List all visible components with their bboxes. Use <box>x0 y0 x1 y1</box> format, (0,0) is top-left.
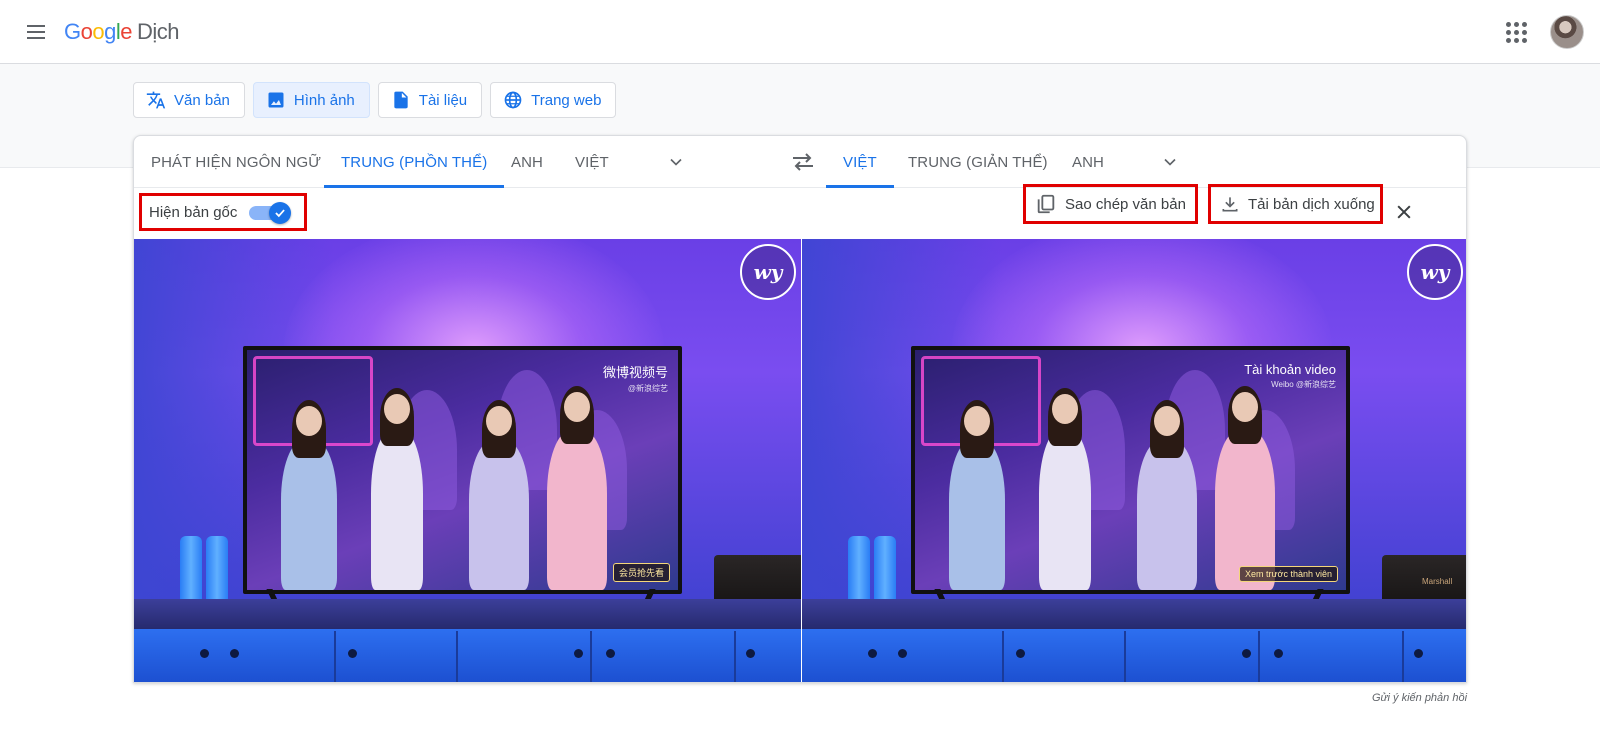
close-image-button[interactable] <box>1390 198 1418 226</box>
mode-selector: Văn bản Hình ảnh Tài liệu Trang web <box>133 82 617 118</box>
account-avatar[interactable] <box>1550 15 1584 49</box>
hamburger-menu-icon[interactable] <box>20 16 52 48</box>
image-toolbar: Hiện bản gốc Sao chép văn bản Tải bản dị… <box>134 184 1466 241</box>
copy-text-button[interactable]: Sao chép văn bản <box>1023 184 1198 224</box>
translation-card: PHÁT HIỆN NGÔN NGỮ TRUNG (PHỒN THỂ) ANH … <box>133 135 1467 683</box>
logo-letter: g <box>104 19 116 44</box>
channel-logo: wy <box>740 244 796 300</box>
source-lang-english[interactable]: ANH <box>511 136 543 188</box>
close-icon <box>1397 205 1411 219</box>
watermark-subtext: Weibo @新浪综艺 <box>1271 380 1336 389</box>
mode-label: Trang web <box>531 91 602 109</box>
watermark-subtext: @新浪综艺 <box>627 384 668 393</box>
lang-label: ANH <box>511 153 543 171</box>
top-app-bar: Google Dịch <box>0 0 1600 64</box>
watermark-text: Tài khoản video <box>1244 362 1336 377</box>
member-badge: 会员抢先看 <box>612 563 670 582</box>
copy-text-label: Sao chép văn bản <box>1065 195 1186 213</box>
speaker-label: Marshall <box>1422 577 1453 586</box>
show-original-toggle[interactable]: Hiện bản gốc <box>139 193 307 231</box>
source-lang-vietnamese[interactable]: VIỆT <box>575 136 609 188</box>
show-original-label: Hiện bản gốc <box>149 203 238 221</box>
send-feedback-link[interactable]: Gửi ý kiến phản hồi <box>1372 692 1467 704</box>
check-icon <box>275 209 286 218</box>
translate-icon <box>146 91 166 109</box>
tv: 微博视频号 @新浪综艺 会员抢先看 <box>243 346 682 594</box>
lang-label: VIỆT <box>575 153 609 171</box>
globe-icon <box>504 91 522 109</box>
lang-label: PHÁT HIỆN NGÔN NGỮ <box>151 153 322 171</box>
document-icon <box>394 91 408 109</box>
swap-languages-icon[interactable] <box>790 150 816 174</box>
lang-label: VIỆT <box>843 153 877 171</box>
image-panes: wy 微博视频号 @新浪综艺 会员抢先看 wy Tài khoản video … <box>134 239 1466 682</box>
mode-image-button[interactable]: Hình ảnh <box>252 82 370 118</box>
tv: Tài khoản video Weibo @新浪综艺 Xem trước th… <box>911 346 1350 594</box>
image-watermark: 微博视频号 @新浪综艺 <box>603 362 668 394</box>
google-wordmark: Google <box>64 19 133 45</box>
logo-letter: e <box>120 19 133 44</box>
mode-label: Tài liệu <box>418 91 468 109</box>
mode-text-button[interactable]: Văn bản <box>133 82 245 118</box>
mode-document-button[interactable]: Tài liệu <box>377 82 483 118</box>
google-translate-logo[interactable]: Google Dịch <box>64 16 180 48</box>
source-lang-chinese-traditional[interactable]: TRUNG (PHỒN THỂ) <box>324 136 505 188</box>
image-watermark: Tài khoản video Weibo @新浪综艺 <box>1244 362 1336 390</box>
lang-label: TRUNG (PHỒN THỂ) <box>341 153 488 171</box>
download-translation-label: Tải bản dịch xuống <box>1248 195 1375 213</box>
logo-letter: o <box>92 19 105 44</box>
mode-label: Văn bản <box>174 91 230 109</box>
download-icon <box>1222 197 1238 212</box>
watermark-text: 微博视频号 <box>602 365 668 380</box>
apps-grid-icon[interactable] <box>1502 18 1530 46</box>
mode-label: Hình ảnh <box>293 91 355 109</box>
language-bar: PHÁT HIỆN NGÔN NGỮ TRUNG (PHỒN THỂ) ANH … <box>134 136 1466 188</box>
product-name: Dịch <box>137 19 180 44</box>
member-badge: Xem trước thành viên <box>1239 566 1338 582</box>
logo-letter: G <box>64 19 81 44</box>
source-lang-detect[interactable]: PHÁT HIỆN NGÔN NGỮ <box>151 136 321 188</box>
original-image: wy 微博视频号 @新浪综艺 会员抢先看 <box>134 239 801 682</box>
target-lang-chinese-simplified[interactable]: TRUNG (GIẢN THỂ) <box>908 136 1048 188</box>
target-lang-english[interactable]: ANH <box>1072 136 1104 188</box>
download-translation-button[interactable]: Tải bản dịch xuống <box>1208 184 1383 224</box>
lang-label: TRUNG (GIẢN THỂ) <box>908 153 1048 171</box>
image-icon <box>268 92 284 108</box>
translated-image: wy Tài khoản video Weibo @新浪综艺 Xem trước… <box>801 239 1466 682</box>
source-more-languages-chevron-down-icon[interactable] <box>666 152 686 172</box>
channel-logo: wy <box>1407 244 1463 300</box>
toggle-switch[interactable] <box>249 202 292 224</box>
lang-label: ANH <box>1072 153 1104 171</box>
logo-letter: o <box>80 19 93 44</box>
mode-website-button[interactable]: Trang web <box>490 82 617 118</box>
copy-icon <box>1037 194 1055 214</box>
target-more-languages-chevron-down-icon[interactable] <box>1160 152 1180 172</box>
target-lang-vietnamese[interactable]: VIỆT <box>826 136 894 188</box>
